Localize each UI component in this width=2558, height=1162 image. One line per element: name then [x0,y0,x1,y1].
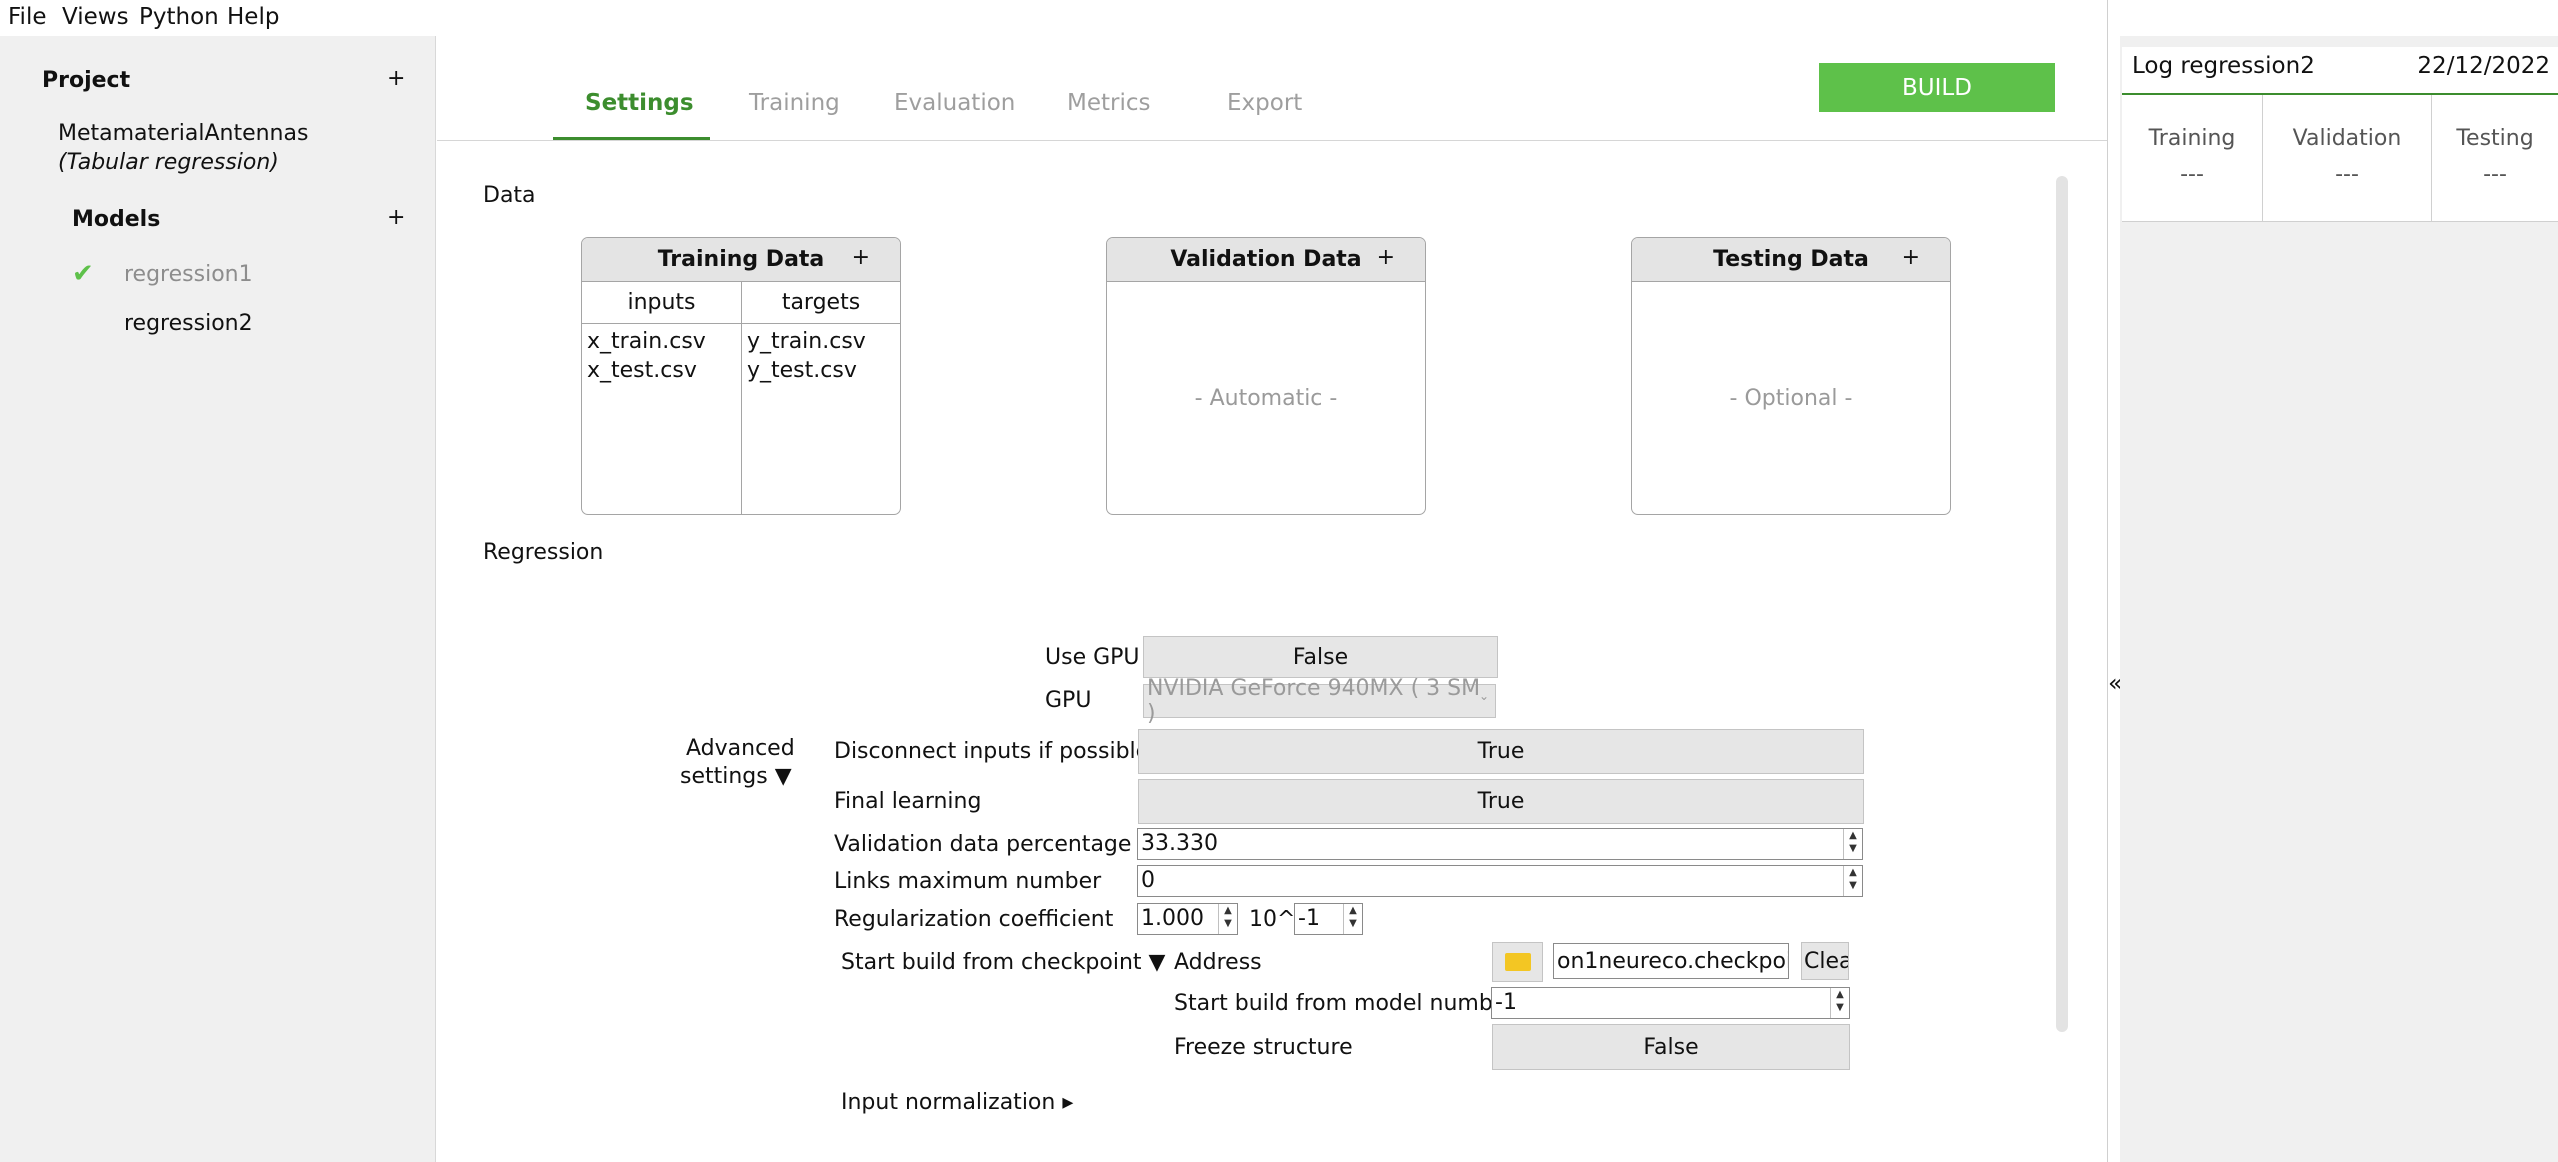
regularization-label: Regularization coefficient [834,907,1114,932]
validation-data-box: Validation Data + - Automatic - [1106,237,1426,515]
spin-arrows-icon[interactable]: ▲ ▼ [1843,866,1862,896]
add-project-button[interactable]: + [387,66,405,91]
log-metrics-table: Training --- Validation --- Testing --- [2122,95,2558,222]
regression-section-title: Regression [483,540,604,565]
log-column-training: Training --- [2122,95,2263,221]
checkpoint-address-input[interactable]: on1neureco.checkpoint [1553,943,1789,979]
add-model-button[interactable]: + [387,205,405,230]
address-label: Address [1174,950,1262,975]
tab-settings[interactable]: Settings [585,90,694,116]
tab-metrics[interactable]: Metrics [1067,90,1151,116]
validation-placeholder: - Automatic - [1194,386,1338,411]
menu-bar: File Views Python Help [0,0,2558,36]
freeze-structure-label: Freeze structure [1174,1035,1353,1060]
log-column-value: --- [2180,162,2204,187]
tab-divider [437,140,2107,141]
exponent-value: -1 [1298,906,1320,931]
project-name[interactable]: MetamaterialAntennas [58,121,308,146]
chevron-down-icon: ⌄ [1478,689,1489,703]
input-normalization-toggle[interactable]: Input normalization ▸ [841,1090,1073,1115]
gpu-select[interactable]: NVIDIA GeForce 940MX ( 3 SM ) ⌄ [1143,676,1496,726]
log-title: Log regression2 [2132,53,2315,79]
spin-arrows-icon[interactable]: ▲ ▼ [1843,829,1862,859]
inputs-column-header: inputs [627,290,696,315]
tab-evaluation[interactable]: Evaluation [894,90,1015,116]
regularization-value: 1.000 [1141,906,1204,931]
menu-file[interactable]: File [8,4,47,30]
testing-placeholder: - Optional - [1729,386,1853,411]
add-testing-data-button[interactable]: + [1902,245,1920,270]
browse-folder-button[interactable] [1492,942,1543,982]
gpu-label: GPU [1045,688,1092,713]
links-max-value: 0 [1141,868,1155,893]
use-gpu-label: Use GPU [1045,645,1140,670]
advanced-settings-label[interactable]: Advanced [686,736,795,761]
checkpoint-address-value: on1neureco.checkpoint [1557,949,1789,974]
column-divider [741,281,742,514]
checkpoint-toggle[interactable]: Start build from checkpoint ▼ [841,950,1165,975]
links-max-spinbox[interactable]: 0 ▲ ▼ [1137,865,1863,897]
active-tab-indicator [553,137,710,140]
log-column-value: --- [2335,162,2359,187]
spin-arrows-icon[interactable]: ▲ ▼ [1218,904,1237,934]
log-column-value: --- [2483,162,2507,187]
check-icon: ✔ [72,259,94,289]
tab-export[interactable]: Export [1227,90,1302,116]
project-type: (Tabular regression) [58,150,279,175]
target-file[interactable]: y_train.csv [747,329,866,354]
model-number-value: -1 [1495,990,1517,1015]
scrollbar[interactable] [2056,176,2068,1032]
data-section-title: Data [483,183,536,208]
final-learning-label: Final learning [834,789,982,814]
menu-help[interactable]: Help [227,4,279,30]
tab-training[interactable]: Training [749,90,840,116]
add-validation-data-button[interactable]: + [1377,245,1395,270]
log-column-testing: Testing --- [2432,95,2558,221]
input-file[interactable]: x_test.csv [587,358,697,383]
spin-arrows-icon[interactable]: ▲ ▼ [1830,988,1849,1018]
validation-percentage-spinbox[interactable]: 33.330 ▲ ▼ [1137,828,1863,860]
project-panel [0,36,436,1162]
exponent-spinbox[interactable]: -1 ▲ ▼ [1294,903,1363,935]
exponent-label: 10^ [1249,907,1296,932]
model-item-regression1[interactable]: regression1 [124,262,253,287]
log-date: 22/12/2022 [2417,53,2550,79]
menu-python[interactable]: Python [139,4,219,30]
model-number-label: Start build from model number [1174,991,1516,1016]
project-header: Project [42,68,131,93]
models-header: Models [72,207,161,232]
links-max-label: Links maximum number [834,869,1102,894]
training-data-box: Training Data + inputs targets x_train.c… [581,237,901,515]
disconnect-inputs-label: Disconnect inputs if possible [834,739,1150,764]
gpu-select-value: NVIDIA GeForce 940MX ( 3 SM ) [1147,676,1481,726]
validation-percentage-label: Validation data percentage [834,832,1132,857]
testing-data-box: Testing Data + - Optional - [1631,237,1951,515]
model-item-regression2[interactable]: regression2 [124,311,253,336]
validation-percentage-value: 33.330 [1141,831,1218,856]
header-divider [582,323,900,324]
panel-splitter[interactable] [2107,0,2108,1162]
clear-button-label: Clear [1804,948,1848,974]
model-number-spinbox[interactable]: -1 ▲ ▼ [1491,987,1850,1019]
input-file[interactable]: x_train.csv [587,329,706,354]
use-gpu-toggle[interactable]: False [1143,636,1498,678]
log-column-label: Validation [2292,126,2402,151]
menu-views[interactable]: Views [62,4,129,30]
spin-arrows-icon[interactable]: ▲ ▼ [1343,904,1362,934]
log-column-label: Testing [2456,126,2534,151]
targets-column-header: targets [781,290,861,315]
advanced-settings-toggle[interactable]: settings ▼ [680,764,792,789]
final-learning-toggle[interactable]: True [1138,779,1864,824]
target-file[interactable]: y_test.csv [747,358,857,383]
log-column-validation: Validation --- [2263,95,2432,221]
disconnect-inputs-toggle[interactable]: True [1138,729,1864,774]
folder-icon [1504,953,1531,971]
clear-button[interactable]: Clear [1801,942,1849,980]
regularization-spinbox[interactable]: 1.000 ▲ ▼ [1137,903,1238,935]
log-column-label: Training [2148,126,2236,151]
freeze-structure-toggle[interactable]: False [1492,1024,1850,1070]
build-button[interactable]: BUILD [1819,63,2055,112]
log-header: Log regression2 22/12/2022 [2122,47,2558,96]
add-training-data-button[interactable]: + [852,245,870,270]
